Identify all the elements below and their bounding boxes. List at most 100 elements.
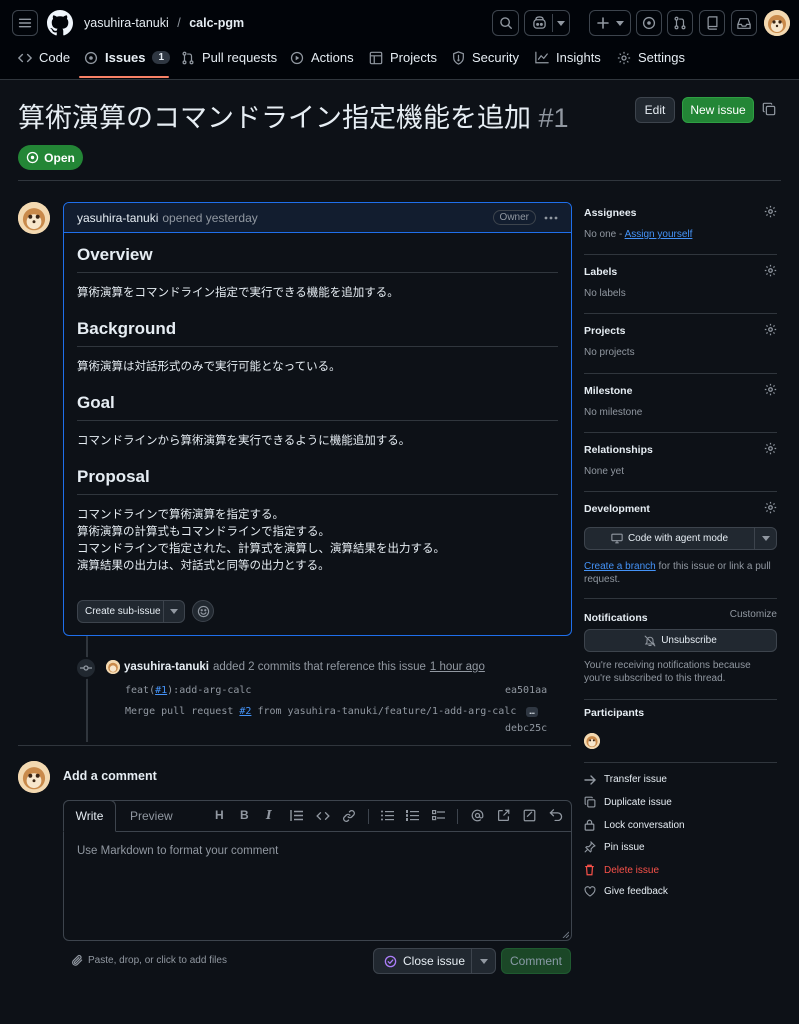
gear-icon[interactable] — [764, 264, 777, 277]
heading-icon[interactable]: H — [215, 808, 224, 822]
notification-note: You're receiving notifications because y… — [584, 660, 751, 684]
assign-yourself-link[interactable]: Assign yourself — [625, 229, 693, 240]
code-icon[interactable] — [316, 811, 330, 821]
attach-files-area[interactable]: Paste, drop, or click to add files — [72, 954, 227, 967]
pull-requests-shortcut-button[interactable] — [667, 10, 693, 36]
tab-insights[interactable]: Insights — [535, 50, 601, 65]
sidebar-heading[interactable]: Development — [584, 503, 777, 515]
italic-icon[interactable]: I — [266, 808, 272, 822]
sidebar-divider — [584, 313, 777, 314]
resize-handle-icon[interactable] — [561, 930, 569, 938]
customize-link[interactable]: Customize — [730, 609, 777, 620]
section-text: 算術演算をコマンドライン指定で実行できる機能を追加する。 — [77, 287, 399, 299]
gear-icon[interactable] — [764, 205, 777, 218]
agent-button-main[interactable]: Code with agent mode — [585, 533, 754, 544]
copy-icon[interactable] — [762, 102, 776, 116]
give-feedback-action[interactable]: Give feedback — [584, 886, 668, 897]
tab-security[interactable]: Security — [452, 50, 519, 65]
bold-icon[interactable]: B — [240, 808, 249, 822]
comment-textarea[interactable]: Use Markdown to format your comment — [77, 845, 278, 857]
author-avatar[interactable] — [18, 202, 50, 234]
tab-write[interactable]: Write — [63, 800, 116, 832]
issues-shortcut-button[interactable] — [636, 10, 662, 36]
comment-submit-button[interactable]: Comment — [501, 948, 571, 974]
kebab-menu-icon[interactable] — [544, 216, 558, 220]
create-branch-link[interactable]: Create a branch — [584, 561, 656, 572]
chevron-down-icon[interactable] — [755, 536, 770, 541]
repositories-button[interactable] — [699, 10, 725, 36]
commit-sha[interactable]: debc25c — [505, 723, 547, 734]
tab-label: Settings — [638, 50, 685, 65]
event-author[interactable]: yasuhira-tanuki — [124, 661, 209, 673]
chevron-down-icon[interactable] — [557, 21, 565, 26]
sidebar-value: No labels — [584, 288, 626, 299]
create-sub-issue-button[interactable]: Create sub-issue — [77, 600, 185, 623]
event-author-avatar[interactable] — [106, 660, 120, 674]
transfer-issue-action[interactable]: Transfer issue — [584, 774, 667, 785]
current-user-avatar[interactable] — [18, 761, 50, 793]
duplicate-issue-action[interactable]: Duplicate issue — [584, 796, 672, 808]
link-icon[interactable] — [342, 809, 356, 823]
close-issue-button[interactable]: Close issue — [373, 948, 496, 974]
cross-reference-icon[interactable] — [497, 809, 510, 822]
commit-sha[interactable]: ea501aa — [505, 685, 547, 696]
commit-message[interactable]: Merge pull request #2 from yasuhira-tanu… — [125, 706, 538, 717]
task-list-icon[interactable] — [432, 810, 445, 821]
search-button[interactable] — [492, 10, 519, 36]
tab-actions[interactable]: Actions — [290, 50, 354, 65]
pr-ref-link[interactable]: #2 — [239, 706, 251, 717]
tab-projects[interactable]: Projects — [369, 50, 437, 65]
gear-icon[interactable] — [764, 323, 777, 336]
expand-commit-button[interactable]: … — [526, 707, 538, 717]
pin-issue-action[interactable]: Pin issue — [584, 841, 645, 853]
code-with-agent-button[interactable]: Code with agent mode — [584, 527, 777, 550]
user-avatar[interactable] — [764, 10, 790, 36]
bell-slash-icon — [644, 635, 656, 647]
edit-title-button[interactable]: Edit — [635, 97, 675, 123]
global-header: yasuhira-tanuki / calc-pgm Code Issues 1 — [0, 0, 799, 80]
lock-conversation-action[interactable]: Lock conversation — [584, 819, 685, 831]
copilot-button[interactable] — [524, 10, 570, 36]
saved-replies-icon[interactable] — [523, 809, 536, 822]
chevron-down-icon[interactable] — [164, 609, 178, 614]
tab-preview[interactable]: Preview — [130, 809, 173, 823]
add-reaction-button[interactable] — [192, 600, 214, 622]
delete-issue-action[interactable]: Delete issue — [584, 864, 659, 876]
tab-code[interactable]: Code — [18, 50, 70, 65]
quote-icon[interactable] — [290, 810, 303, 821]
close-issue-main[interactable]: Close issue — [374, 954, 471, 968]
tab-settings[interactable]: Settings — [617, 50, 685, 65]
event-time[interactable]: 1 hour ago — [430, 661, 485, 673]
new-issue-button[interactable]: New issue — [682, 97, 754, 123]
comment-author[interactable]: yasuhira-tanuki — [77, 211, 158, 225]
github-logo-icon[interactable] — [47, 10, 73, 36]
agent-button-label: Code with agent mode — [627, 533, 729, 544]
menu-button[interactable] — [12, 10, 38, 36]
heart-icon — [584, 886, 597, 897]
participant-avatar[interactable] — [584, 733, 600, 749]
unordered-list-icon[interactable] — [381, 810, 394, 821]
sidebar-heading[interactable]: Projects — [584, 325, 777, 337]
unsubscribe-button[interactable]: Unsubscribe — [584, 629, 777, 652]
issue-opened-icon — [26, 151, 39, 164]
sidebar-heading[interactable]: Labels — [584, 266, 777, 278]
create-new-button[interactable] — [589, 10, 631, 36]
sidebar-heading[interactable]: Relationships — [584, 444, 777, 456]
undo-icon[interactable] — [549, 809, 563, 821]
owner-link[interactable]: yasuhira-tanuki — [84, 16, 169, 30]
mention-icon[interactable] — [471, 809, 484, 822]
commit-message[interactable]: feat(#1):add-arg-calc — [125, 685, 251, 696]
repo-link[interactable]: calc-pgm — [189, 16, 244, 30]
gear-icon[interactable] — [764, 501, 777, 514]
tab-pull-requests[interactable]: Pull requests — [181, 50, 277, 65]
ordered-list-icon[interactable] — [406, 810, 419, 821]
gear-icon[interactable] — [764, 442, 777, 455]
sidebar-heading[interactable]: Assignees — [584, 207, 777, 219]
chevron-down-icon[interactable] — [472, 958, 488, 964]
inbox-button[interactable] — [731, 10, 757, 36]
sidebar-heading[interactable]: Milestone — [584, 385, 777, 397]
commit-message-text: feat( — [125, 685, 156, 696]
issue-ref-link[interactable]: #1 — [155, 685, 167, 696]
gear-icon[interactable] — [764, 383, 777, 396]
tab-issues[interactable]: Issues 1 — [84, 50, 171, 65]
